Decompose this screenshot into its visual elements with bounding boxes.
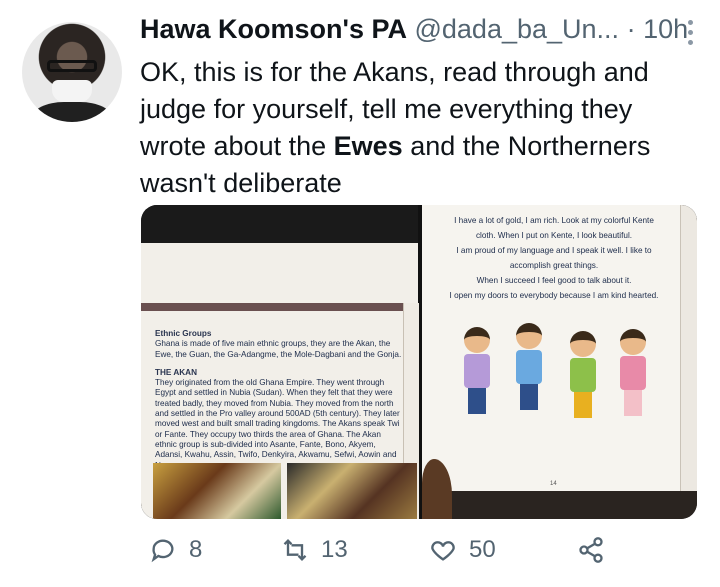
tweet-header: Hawa Koomson's PA @dada_ba_Un... · 10h [140,14,688,45]
retweet-count: 13 [321,536,348,563]
book-body: They originated from the old Ghana Empir… [155,378,400,469]
book-right-text: I have a lot of gold, I am rich. Look at… [434,213,674,303]
like-count: 50 [469,536,496,563]
book-band [141,303,418,311]
book-subheading: THE AKAN [155,367,197,377]
book-page-right: I have a lot of gold, I am rich. Look at… [422,205,680,491]
share-icon [579,537,603,563]
retweet-button[interactable]: 13 [281,536,348,564]
tweet-actions: 8 13 50 [141,536,641,576]
book-photos [141,463,418,519]
book-line: I have a lot of gold, I am rich. Look at… [454,216,654,225]
child-figure [566,331,600,421]
media-photo-right[interactable]: I have a lot of gold, I am rich. Look at… [422,205,697,519]
like-button[interactable]: 50 [429,536,496,564]
avatar-body [32,102,112,122]
book-illustration [450,317,650,427]
tweet-text-bold: Ewes [333,131,403,161]
book-left-text: Ethnic Groups Ghana is made of five main… [155,329,403,471]
child-figure [512,323,546,413]
page-number: 14 [550,481,557,487]
child-figure [616,329,650,419]
avatar-glasses [47,60,97,72]
author-name[interactable]: Hawa Koomson's PA [140,14,407,44]
child-figure [460,327,494,417]
share-button[interactable] [577,536,617,564]
reply-icon [151,539,174,563]
avatar-mask [52,80,92,102]
author-handle[interactable]: @dada_ba_Un... [414,14,619,44]
book-heading: Ethnic Groups [155,329,212,338]
tweet-text: OK, this is for the Akans, read through … [140,54,680,202]
book-line: I am proud of my language and I speak it… [456,246,652,255]
reply-count: 8 [189,536,203,563]
book-photo [287,463,417,519]
tweet-time[interactable]: 10h [643,14,688,44]
book-line: When I succeed I feel good to talk about… [476,276,632,285]
reply-button[interactable]: 8 [149,536,202,564]
more-icon[interactable] [688,20,694,50]
book-line: cloth. When I put on Kente, I look beaut… [475,231,633,240]
media-photo-left[interactable]: Ethnic Groups Ghana is made of five main… [141,205,419,519]
heart-icon [431,541,455,561]
avatar[interactable] [22,22,122,122]
tweet-media[interactable]: Ethnic Groups Ghana is made of five main… [141,205,697,519]
retweet-icon [283,539,307,561]
book-line: accomplish great things. [509,261,599,270]
book-line: I open my doors to everybody because I a… [449,291,659,300]
book-side-page [680,205,697,491]
book-photo [153,463,281,519]
book-intro: Ghana is made of five main ethnic groups… [155,339,402,359]
separator-dot: · [626,14,636,44]
